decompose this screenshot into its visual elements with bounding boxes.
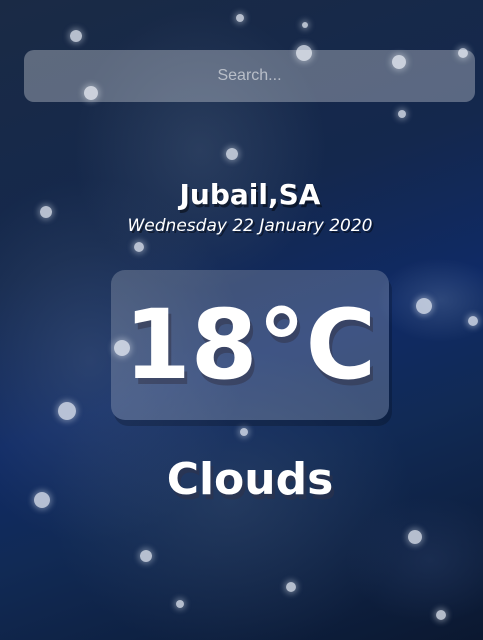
snowflake: [286, 582, 296, 592]
snowflake: [468, 316, 478, 326]
snowflake: [176, 600, 184, 608]
weather-condition: Clouds: [166, 454, 334, 505]
snowflake: [140, 550, 152, 562]
search-input[interactable]: [24, 50, 475, 102]
snowflake: [408, 530, 422, 544]
snowflake: [134, 242, 144, 252]
snowflake: [70, 30, 82, 42]
snowflake: [240, 428, 248, 436]
snowflake: [236, 14, 244, 22]
snowflake: [58, 402, 76, 420]
snowflake: [436, 610, 446, 620]
snowflake: [398, 110, 406, 118]
temperature-value: 18°C: [123, 289, 377, 401]
location-name: Jubail,SA: [179, 178, 321, 211]
snowflake: [416, 298, 432, 314]
snowflake: [226, 148, 238, 160]
snowflake: [302, 22, 308, 28]
current-date: Wednesday 22 January 2020: [127, 216, 373, 236]
temperature-box: 18°C: [111, 270, 389, 420]
